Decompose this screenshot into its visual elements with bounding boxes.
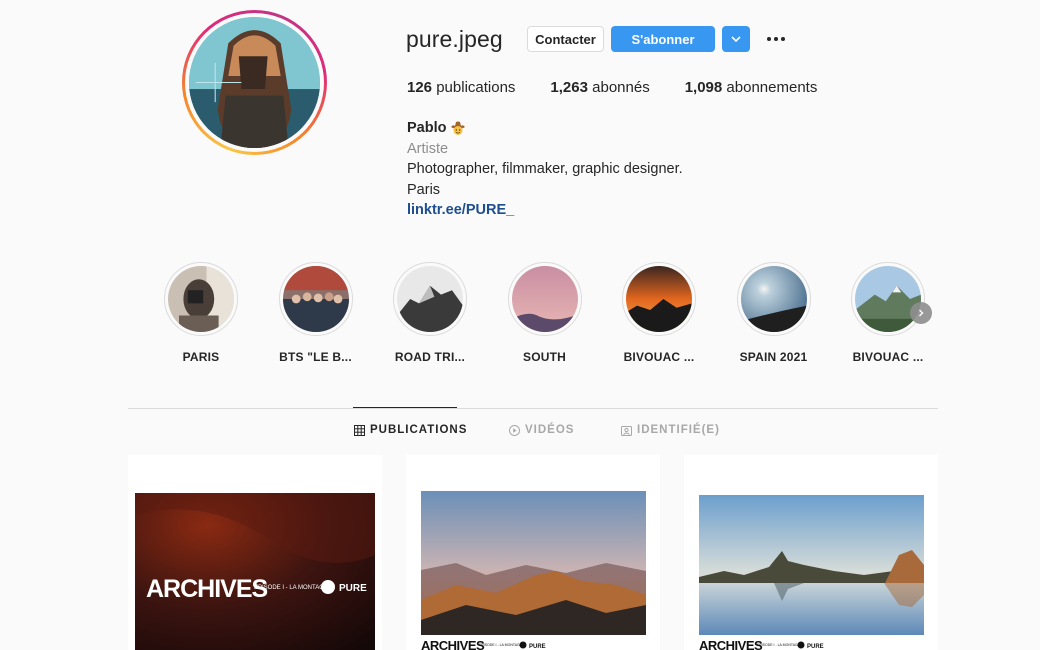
profile-stats: 126 publications 1,263 abonnés 1,098 abo… [407, 79, 852, 96]
highlight-item[interactable]: PARIS [164, 262, 279, 364]
followers-label: abonnés [592, 79, 650, 96]
post-title: ARCHIVES [146, 575, 268, 603]
chevron-right-icon [919, 309, 924, 317]
profile-bio: Pablo Artiste Photographer, filmmaker, g… [407, 118, 683, 221]
highlight-label: PARIS [182, 350, 220, 364]
stat-following[interactable]: 1,098 abonnements [685, 79, 818, 96]
highlight-ring [393, 262, 467, 336]
profile-username: pure.jpeg [406, 26, 503, 52]
followers-count: 1,263 [550, 79, 588, 96]
post-title: ARCHIVES [699, 638, 763, 650]
highlight-cover [740, 266, 807, 332]
highlight-cover [855, 266, 921, 332]
highlight-ring [164, 262, 238, 336]
contact-button[interactable]: Contacter [527, 26, 604, 52]
stat-followers[interactable]: 1,263 abonnés [550, 79, 649, 96]
post-brand: PURE [807, 644, 824, 650]
avatar-image [189, 17, 320, 148]
highlight-label: ROAD TRI... [394, 350, 466, 364]
highlight-label: BIVOUAC ... [623, 350, 695, 364]
more-dot-icon [774, 37, 778, 41]
tab-videos[interactable]: VIDÉOS [509, 424, 574, 436]
publications-label: publications [436, 79, 516, 96]
content-divider [128, 408, 938, 409]
globe-icon [797, 641, 805, 649]
post-title: ARCHIVES [421, 638, 485, 650]
tag-icon [621, 425, 632, 436]
more-dot-icon [767, 37, 771, 41]
highlight-ring [736, 262, 811, 336]
active-tab-indicator [353, 407, 457, 408]
post-brand: PURE [339, 583, 367, 594]
tab-tagged[interactable]: IDENTIFIÉ(E) [621, 424, 720, 436]
highlight-cover [168, 266, 234, 332]
highlight-label: BIVOUAC ... [852, 350, 924, 364]
profile-tabs: PUBLICATIONS VIDÉOS IDENTIFIÉ(E) [0, 424, 1040, 440]
tab-publications[interactable]: PUBLICATIONS [354, 424, 467, 436]
post-brand: PURE [529, 644, 546, 650]
tab-label: VIDÉOS [525, 424, 575, 436]
avatar-border [185, 13, 324, 152]
stat-publications: 126 publications [407, 79, 515, 96]
play-icon [509, 424, 520, 436]
highlight-ring [278, 262, 353, 336]
post-thumbnail[interactable]: ARCHIVES EPISODE I - LA MONTAGNE PURE [128, 455, 382, 650]
post-subtitle: EPISODE I - LA MONTAGNE [757, 643, 803, 647]
tab-label: IDENTIFIÉ(E) [637, 424, 720, 436]
publications-count: 126 [407, 79, 433, 96]
post-subtitle: EPISODE I - LA MONTAGNE [254, 585, 332, 591]
highlight-label: BTS "LE B... [279, 350, 352, 364]
highlight-ring [851, 262, 925, 336]
bio-line-1: Photographer, filmmaker, graphic designe… [407, 161, 683, 177]
profile-name: Pablo [407, 120, 447, 136]
highlight-ring [507, 262, 582, 336]
more-dot-icon [781, 37, 785, 41]
highlight-cover [397, 266, 463, 332]
highlight-label: SPAIN 2021 [739, 350, 808, 364]
highlight-item[interactable]: SPAIN 2021 [736, 262, 852, 364]
story-highlights: PARIS BTS "LE B... ROAD TRI... SOUTH BIV… [164, 262, 966, 364]
following-count: 1,098 [684, 79, 723, 96]
globe-icon [519, 641, 527, 649]
profile-avatar[interactable] [182, 10, 327, 155]
highlight-cover [511, 266, 578, 332]
highlight-item[interactable]: ROAD TRI... [393, 262, 508, 364]
following-label: abonnements [726, 79, 818, 96]
chevron-down-icon [731, 36, 741, 43]
highlight-cover [282, 266, 349, 332]
bio-line-2: Paris [407, 181, 441, 198]
highlight-item[interactable]: BIVOUAC ... [622, 262, 737, 364]
profile-link[interactable]: linktr.ee/PURE_ [407, 200, 683, 221]
post-thumbnail[interactable]: ARCHIVES EPISODE I - LA MONTAGNE PURE [406, 455, 660, 650]
highlight-item[interactable]: BTS "LE B... [278, 262, 394, 364]
more-options-button[interactable] [764, 30, 788, 48]
tab-label: PUBLICATIONS [370, 424, 468, 436]
follow-button[interactable]: S'abonner [611, 26, 715, 52]
highlight-ring [622, 262, 696, 336]
highlight-item[interactable]: SOUTH [507, 262, 623, 364]
profile-name-row: Pablo [407, 118, 683, 139]
profile-category: Artiste [407, 140, 449, 157]
globe-icon [321, 580, 335, 594]
highlights-next-button[interactable] [910, 302, 932, 324]
highlight-cover [626, 266, 692, 332]
cowboy-emoji-icon [451, 121, 466, 136]
highlight-label: SOUTH [523, 350, 566, 364]
grid-icon [354, 424, 365, 436]
post-thumbnail[interactable]: ARCHIVES EPISODE I - LA MONTAGNE PURE [684, 455, 938, 650]
post-subtitle: EPISODE I - LA MONTAGNE [479, 643, 525, 647]
highlight-item[interactable]: BIVOUAC ... [851, 262, 966, 364]
suggestions-dropdown-button[interactable] [722, 26, 750, 52]
